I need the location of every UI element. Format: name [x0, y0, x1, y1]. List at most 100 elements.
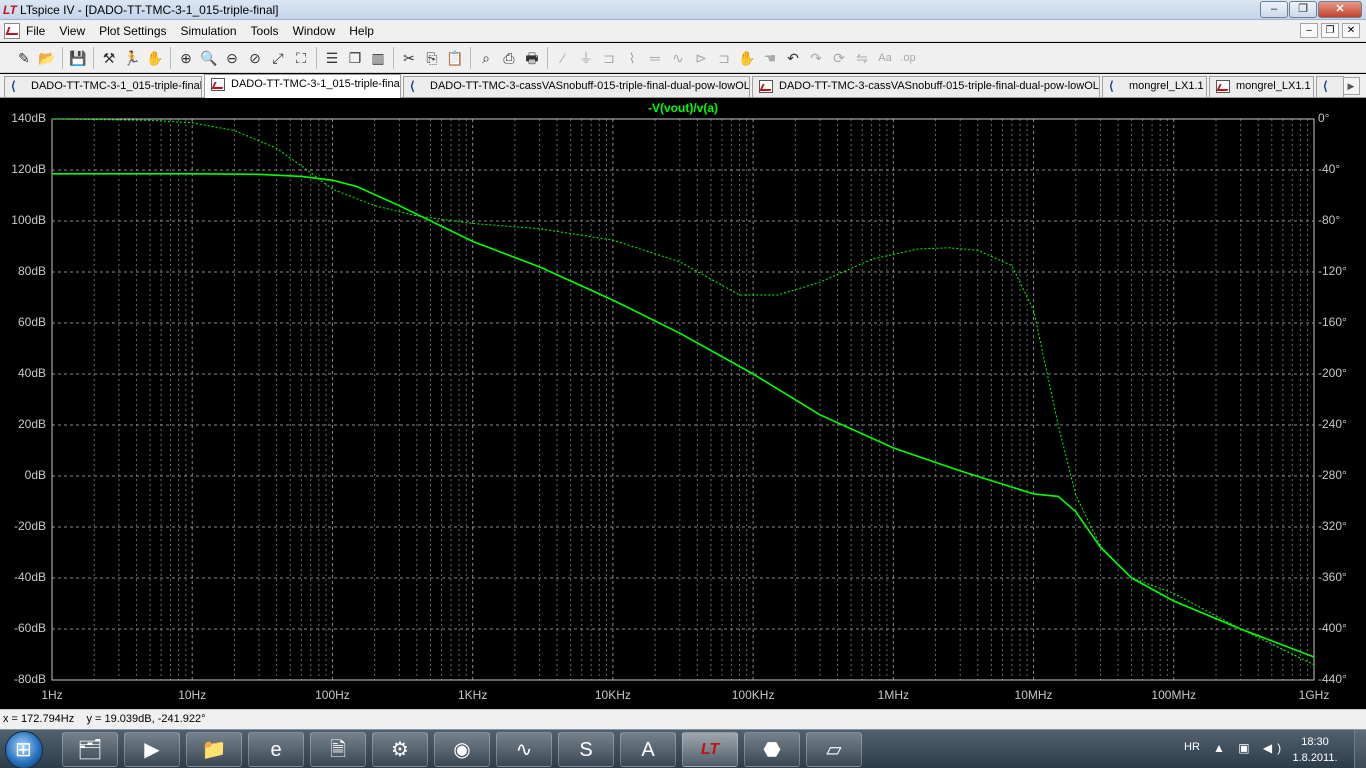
waveform-plot[interactable]: -V(vout)/v(a) 140dB 120dB 100dB 80dB 60dB 40d… [0, 99, 1366, 709]
new-schematic-icon[interactable]: ✎ [14, 48, 34, 68]
zoom-out-icon[interactable]: ⊖ [222, 48, 242, 68]
window-controls: – ❐ ✕ [1259, 1, 1362, 18]
pdf-icon[interactable]: ⬣ [744, 732, 800, 767]
resistor-icon[interactable]: ⌇ [622, 48, 642, 68]
folder-icon[interactable]: 📁 [186, 732, 242, 767]
spice-directive-icon[interactable]: .op [898, 48, 918, 68]
open-icon[interactable]: 📂 [37, 48, 57, 68]
document-minimize-button[interactable]: – [1300, 23, 1318, 38]
menu-view[interactable]: View [59, 24, 85, 38]
ie-icon[interactable]: e [248, 732, 304, 767]
run-icon[interactable]: 🏃 [122, 48, 142, 68]
wire-icon[interactable]: ⁄ [553, 48, 573, 68]
zoom-in-icon[interactable]: ⊕ [176, 48, 196, 68]
print-icon[interactable]: 🖶 [522, 48, 542, 68]
tab-label: DADO-TT-TMC-3-1_015-triple-final [231, 78, 401, 90]
undo-icon[interactable]: ↶ [783, 48, 803, 68]
plot-canvas[interactable] [0, 99, 1366, 709]
menu-window[interactable]: Window [293, 24, 336, 38]
taskbar: 🗂▶📁e🗎⚙◉∿SALT⬣▱ HR ▲ ▣ ◀) 18:30 1.8.2011. [0, 729, 1366, 768]
menu-tools[interactable]: Tools [251, 24, 279, 38]
tab-plot[interactable]: DADO-TT-TMC-3-1_015-triple-final [204, 74, 401, 98]
find-icon[interactable]: ⌕ [476, 48, 496, 68]
x-tick-label: 10KHz [594, 688, 631, 702]
x-tick-label: 100KHz [731, 688, 775, 702]
plot-frame [51, 118, 1315, 681]
menu-file[interactable]: File [26, 24, 45, 38]
document-system-menu-icon[interactable] [4, 23, 20, 39]
start-button[interactable] [5, 731, 43, 768]
y-tick-label-right: -440° [1318, 672, 1347, 686]
title-bar: LT LTspice IV - [DADO-TT-TMC-3-1_015-tri… [0, 0, 1366, 20]
document-restore-button[interactable]: ❐ [1321, 23, 1339, 38]
y-tick-label-left: 40dB [17, 366, 46, 380]
minimize-button[interactable]: – [1260, 1, 1288, 18]
joystick-icon[interactable]: ⚙ [372, 732, 428, 767]
clipboard-icon[interactable]: ▱ [806, 732, 862, 767]
tray-icons[interactable]: ▲ ▣ ◀) [1213, 741, 1286, 755]
capacitor-icon[interactable]: ═ [645, 48, 665, 68]
cut-icon[interactable]: ✂ [399, 48, 419, 68]
menu-plot-settings[interactable]: Plot Settings [99, 24, 166, 38]
tab-plot[interactable]: DADO-TT-TMC-3-cassVASnobuff-015-triple-f… [752, 76, 1100, 97]
y-tick-label-left: 140dB [11, 111, 46, 125]
y-tick-label-left: -80dB [13, 672, 46, 686]
skype-icon[interactable]: S [558, 732, 614, 767]
notepad-icon[interactable]: A [620, 732, 676, 767]
menu-simulation[interactable]: Simulation [181, 24, 237, 38]
menu-help[interactable]: Help [349, 24, 374, 38]
zoom-cancel-icon[interactable]: ⊘ [245, 48, 265, 68]
clock[interactable]: 18:30 1.8.2011. [1284, 734, 1346, 766]
text-icon[interactable]: Aa [875, 48, 895, 68]
autorange-icon[interactable]: ⤢ [268, 48, 288, 68]
label-icon[interactable]: ⊐ [599, 48, 619, 68]
move-icon[interactable]: ✋ [737, 48, 757, 68]
language-indicator[interactable]: HR [1184, 741, 1200, 753]
close-button[interactable]: ✕ [1318, 1, 1362, 18]
halt-icon[interactable]: ✋ [145, 48, 165, 68]
show-desktop-button[interactable] [1354, 730, 1366, 768]
mirror-icon[interactable]: ⇋ [852, 48, 872, 68]
ltspice-icon[interactable]: LT [682, 732, 738, 767]
diode-icon[interactable]: ⊳ [691, 48, 711, 68]
tab-schematic[interactable]: ⟨ [1316, 76, 1344, 97]
rotate-icon[interactable]: ⟳ [829, 48, 849, 68]
tab-plot[interactable]: mongrel_LX1.1 [1209, 76, 1314, 97]
y-tick-label-right: -160° [1318, 315, 1347, 329]
antivirus-icon[interactable]: ◉ [434, 732, 490, 767]
document-close-button[interactable]: ✕ [1342, 23, 1360, 38]
tab-schematic[interactable]: ⟨ DADO-TT-TMC-3-1_015-triple-final [4, 76, 202, 97]
control-panel-icon[interactable]: ⚒ [99, 48, 119, 68]
oscilloscope-icon[interactable]: ∿ [496, 732, 552, 767]
cascade-icon[interactable]: ❐ [345, 48, 365, 68]
y-tick-label-right: -240° [1318, 417, 1347, 431]
redo-icon[interactable]: ↷ [806, 48, 826, 68]
paste-icon[interactable]: 📋 [445, 48, 465, 68]
x-tick-label: 10Hz [178, 688, 207, 702]
schematic-icon: ⟨ [1109, 79, 1114, 93]
ground-icon[interactable]: ⏚ [576, 48, 596, 68]
tab-schematic[interactable]: ⟨ DADO-TT-TMC-3-cassVASnobuff-015-triple-… [403, 76, 750, 97]
component-icon[interactable]: ⊐ [714, 48, 734, 68]
maximize-button[interactable]: ❐ [1289, 1, 1317, 18]
waveform-icon [1216, 80, 1230, 93]
documents-icon[interactable]: 🗎 [310, 732, 366, 767]
trace-label[interactable]: -V(vout)/v(a) [0, 101, 1366, 115]
inductor-icon[interactable]: ∿ [668, 48, 688, 68]
clock-time: 18:30 [1301, 736, 1329, 748]
x-tick-label: 1Hz [41, 688, 63, 702]
print-preview-icon[interactable]: ⎙ [499, 48, 519, 68]
save-icon[interactable]: 💾 [68, 48, 88, 68]
zoom-area-icon[interactable]: 🔍 [199, 48, 219, 68]
tile-horizontal-icon[interactable]: ☰ [322, 48, 342, 68]
copy-icon[interactable]: ⎘ [422, 48, 442, 68]
tile-vertical-icon[interactable]: ▥ [368, 48, 388, 68]
fit-icon[interactable]: ⛶ [291, 48, 311, 68]
ltspice-logo-icon: LT [3, 3, 17, 17]
explorer-icon[interactable]: 🗂 [62, 732, 118, 767]
drag-icon[interactable]: ☚ [760, 48, 780, 68]
y-tick-label-right: -120° [1318, 264, 1347, 278]
tab-schematic[interactable]: ⟨ mongrel_LX1.1 [1102, 76, 1207, 97]
media-player-icon[interactable]: ▶ [124, 732, 180, 767]
tab-scroll-right-button[interactable]: ▶ [1342, 77, 1360, 95]
